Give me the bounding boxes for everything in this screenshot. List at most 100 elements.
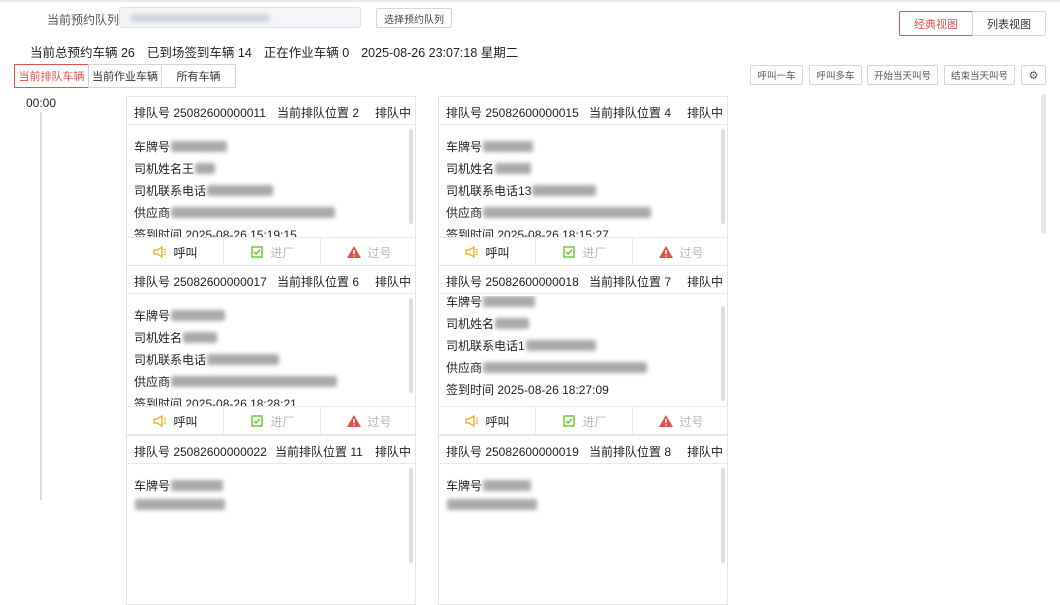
- tab-all-vehicles[interactable]: 所有车辆: [161, 64, 236, 88]
- queue-number: 排队号 25082600000019: [446, 445, 579, 459]
- queue-position: 当前排队位置 4: [589, 106, 672, 120]
- plate-field: 车牌号: [446, 296, 536, 310]
- supplier-field: 供应商: [446, 359, 648, 376]
- list-view-button[interactable]: 列表视图: [972, 11, 1046, 36]
- skip-number-button[interactable]: 过号: [321, 407, 415, 434]
- queue-number: 排队号 25082600000022: [134, 445, 267, 459]
- card-header: 排队号 25082600000011 当前排队位置 2 排队中: [127, 97, 415, 125]
- enter-factory-button[interactable]: 进厂: [536, 238, 633, 265]
- megaphone-icon: [465, 245, 479, 259]
- queue-card: 排队号 25082600000018 当前排队位置 7 排队中 车牌号 司机姓名…: [438, 265, 728, 435]
- queue-select-value: [130, 14, 270, 22]
- enter-factory-button[interactable]: 进厂: [224, 407, 321, 434]
- top-divider: [0, 0, 1060, 2]
- enter-icon: [251, 246, 264, 258]
- page-scrollbar[interactable]: [1041, 94, 1046, 234]
- settings-gear-icon[interactable]: ⚙: [1021, 65, 1046, 85]
- queue-card: 排队号 25082600000022 当前排队位置 11 排队中 车牌号: [126, 435, 416, 605]
- card-actions: 呼叫 进厂 过号: [439, 406, 727, 434]
- enter-factory-button[interactable]: 进厂: [536, 407, 633, 434]
- card-header: 排队号 25082600000019 当前排队位置 8 排队中: [439, 436, 727, 464]
- tab-current-working[interactable]: 当前作业车辆: [88, 64, 162, 88]
- queue-status: 排队中: [374, 106, 411, 120]
- queue-card: 排队号 25082600000015 当前排队位置 4 排队中 车牌号 司机姓名…: [438, 96, 728, 266]
- queue-label: 当前预约队列: [47, 13, 120, 27]
- plate-field: 车牌号: [134, 477, 224, 494]
- end-daily-call-button[interactable]: 结束当天叫号: [944, 65, 1015, 85]
- plate-field: 车牌号: [134, 307, 226, 324]
- stat-working: 正在作业车辆 0: [263, 46, 350, 60]
- classic-view-button[interactable]: 经典视图: [899, 11, 973, 36]
- queue-card: 排队号 25082600000017 当前排队位置 6 排队中 车牌号 司机姓名…: [126, 265, 416, 435]
- phone-field: 司机联系电话 1: [446, 337, 596, 354]
- call-button[interactable]: 呼叫: [127, 407, 224, 434]
- queue-number: 排队号 25082600000011: [134, 106, 266, 120]
- card-actions: 呼叫 进厂 过号: [127, 237, 415, 265]
- checkin-field: 签到时间 2025-08-26 18:27:09: [446, 382, 609, 398]
- card-body: 车牌号 司机姓名 司机联系电话 13 供应商 签到时间 2025-08-26 18…: [439, 127, 721, 237]
- card-scrollbar[interactable]: [409, 129, 413, 224]
- call-button[interactable]: 呼叫: [439, 238, 536, 265]
- queue-status: 排队中: [686, 106, 723, 120]
- driver-field: 司机姓名: [134, 329, 218, 346]
- stat-datetime: 2025-08-26 23:07:18 星期二: [361, 46, 519, 60]
- driver-field: 司机姓名: [446, 315, 530, 332]
- plate-field: 车牌号: [134, 138, 228, 155]
- call-multiple-button[interactable]: 呼叫多车: [809, 65, 862, 85]
- queue-position: 当前排队位置 6: [277, 275, 360, 289]
- choose-queue-button[interactable]: 选择预约队列: [376, 8, 452, 28]
- card-scrollbar[interactable]: [721, 129, 725, 224]
- card-body: 车牌号: [127, 466, 409, 576]
- card-scrollbar[interactable]: [409, 298, 413, 393]
- driver-field: [446, 499, 537, 510]
- megaphone-icon: [153, 245, 167, 259]
- timeline-line: [40, 112, 42, 500]
- queue-status: 排队中: [686, 275, 723, 289]
- call-button[interactable]: 呼叫: [127, 238, 224, 265]
- queue-card: 排队号 25082600000019 当前排队位置 8 排队中 车牌号: [438, 435, 728, 605]
- megaphone-icon: [153, 414, 167, 428]
- checkin-field: 签到时间 2025-08-26 15:19:15: [134, 227, 297, 238]
- supplier-field: 供应商: [134, 204, 336, 221]
- call-one-button[interactable]: 呼叫一车: [750, 65, 803, 85]
- plate-field: 车牌号: [446, 477, 532, 494]
- card-scrollbar[interactable]: [721, 468, 725, 563]
- warning-icon: [347, 415, 362, 427]
- supplier-field: 供应商: [134, 373, 338, 390]
- phone-field: 司机联系电话: [134, 351, 280, 368]
- queue-number: 排队号 25082600000018: [446, 275, 579, 289]
- skip-number-button[interactable]: 过号: [633, 238, 727, 265]
- driver-field: 司机姓名王: [134, 160, 216, 177]
- call-button[interactable]: 呼叫: [439, 407, 536, 434]
- phone-field: 司机联系电话: [134, 182, 274, 199]
- enter-icon: [251, 415, 264, 427]
- enter-factory-button[interactable]: 进厂: [224, 238, 321, 265]
- skip-number-button[interactable]: 过号: [321, 238, 415, 265]
- megaphone-icon: [465, 414, 479, 428]
- card-header: 排队号 25082600000022 当前排队位置 11 排队中: [127, 436, 415, 464]
- card-actions: 呼叫 进厂 过号: [127, 406, 415, 434]
- card-header: 排队号 25082600000018 当前排队位置 7 排队中: [439, 266, 727, 294]
- queue-number: 排队号 25082600000017: [134, 275, 267, 289]
- warning-icon: [347, 246, 362, 258]
- skip-number-button[interactable]: 过号: [633, 407, 727, 434]
- queue-number: 排队号 25082600000015: [446, 106, 579, 120]
- queue-status: 排队中: [374, 445, 411, 459]
- queue-select[interactable]: [119, 7, 361, 28]
- queue-card: 排队号 25082600000011 当前排队位置 2 排队中 车牌号 司机姓名…: [126, 96, 416, 266]
- queue-position: 当前排队位置 11: [275, 445, 363, 459]
- tab-current-queue[interactable]: 当前排队车辆: [14, 64, 89, 88]
- card-scrollbar[interactable]: [409, 468, 413, 563]
- checkin-field: 签到时间 2025-08-26 18:28:21: [134, 396, 297, 407]
- start-daily-call-button[interactable]: 开始当天叫号: [867, 65, 938, 85]
- queue-status: 排队中: [374, 275, 411, 289]
- queue-position: 当前排队位置 7: [589, 275, 672, 289]
- supplier-field: 供应商: [446, 204, 652, 221]
- queue-position: 当前排队位置 8: [589, 445, 672, 459]
- card-scrollbar[interactable]: [721, 306, 725, 401]
- phone-field: 司机联系电话 13: [446, 182, 597, 199]
- stat-total: 当前总预约车辆 26: [30, 46, 135, 60]
- stats-bar: 当前总预约车辆 26 已到场签到车辆 14 正在作业车辆 0 2025-08-2…: [30, 42, 530, 61]
- plate-field: 车牌号: [446, 138, 534, 155]
- queue-position: 当前排队位置 2: [277, 106, 360, 120]
